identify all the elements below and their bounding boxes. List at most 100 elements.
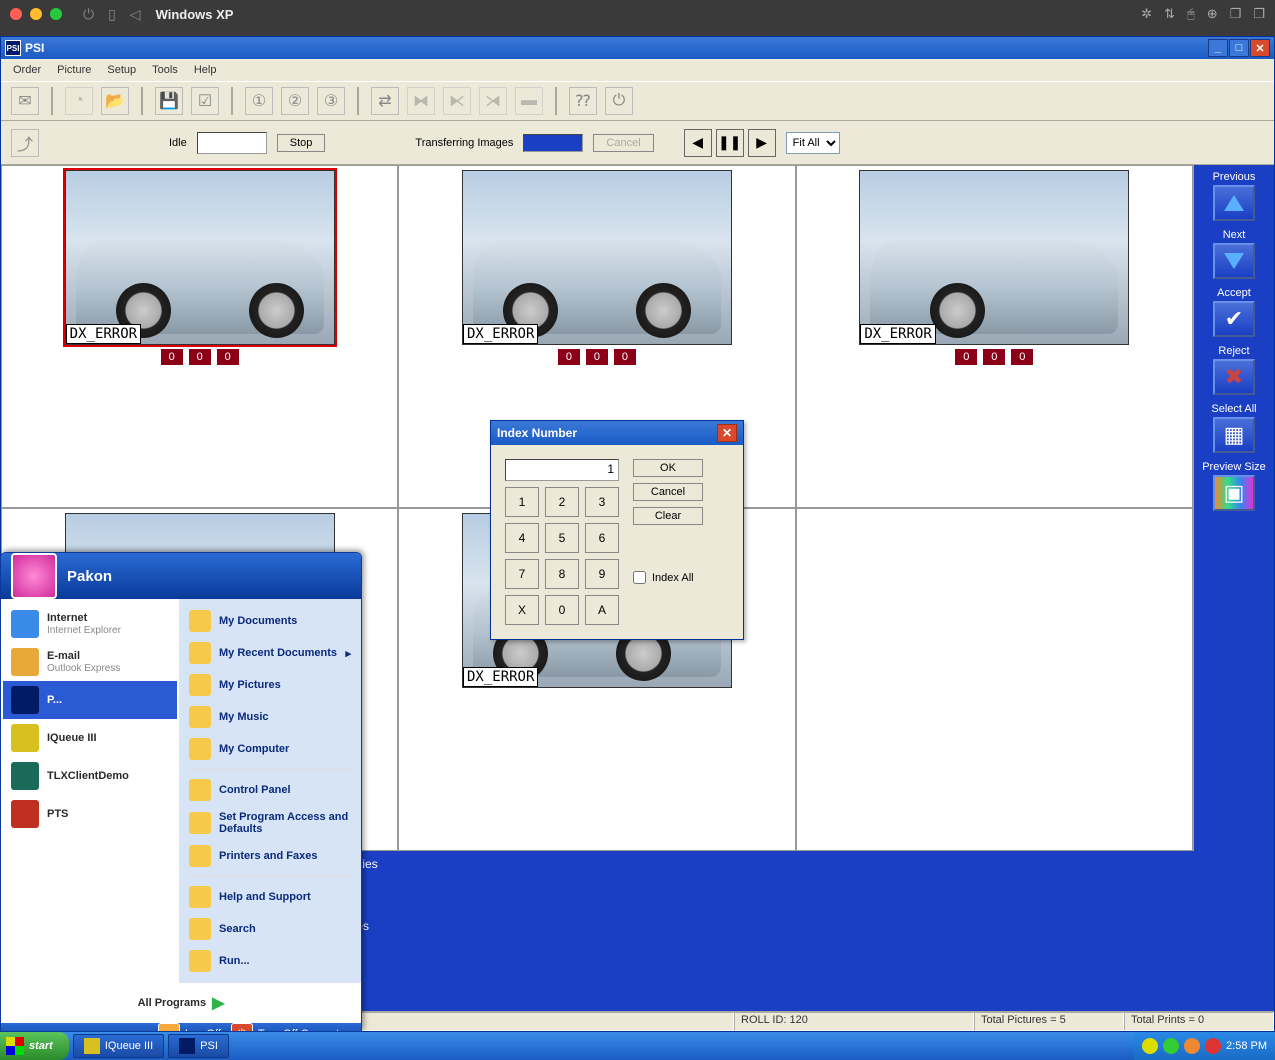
key-5[interactable]: 5 (545, 523, 579, 553)
zoom-select[interactable]: Fit All (786, 132, 840, 154)
thumb-cell[interactable]: DX_ERROR 0 0 0 (1, 165, 398, 508)
back-icon[interactable]: ◁ (130, 6, 141, 23)
crop2-icon[interactable]: ⧔ (443, 87, 471, 115)
scan-icon[interactable]: ◔ (65, 87, 93, 115)
key-0[interactable]: 0 (545, 595, 579, 625)
tray-icon[interactable] (1142, 1038, 1158, 1054)
host-tray-icon[interactable]: ✲ (1141, 6, 1152, 22)
menu-help[interactable]: Help (186, 62, 225, 78)
preview-button[interactable]: ▣ (1213, 475, 1255, 511)
pause-button[interactable]: ❚❚ (716, 129, 744, 157)
key-4[interactable]: 4 (505, 523, 539, 553)
start-item-printers-and-faxes[interactable]: Printers and Faxes (181, 840, 359, 872)
dialog-titlebar[interactable]: Index Number ✕ (491, 421, 743, 445)
crop1-icon[interactable]: ⧓ (407, 87, 435, 115)
thumb-cell[interactable]: DX_ERROR 0 0 0 (796, 165, 1193, 508)
host-tray-icon[interactable]: ⇅ (1164, 6, 1175, 22)
start-item-tlxclientdemo[interactable]: TLXClientDemo (3, 757, 177, 795)
host-max[interactable] (50, 8, 62, 20)
host-close[interactable] (10, 8, 22, 20)
dialog-close-button[interactable]: ✕ (717, 424, 737, 442)
host-tray-icon[interactable]: 🖰 (1187, 6, 1195, 22)
save-icon[interactable]: 💾 (155, 87, 183, 115)
key-x[interactable]: X (505, 595, 539, 625)
next-button[interactable] (1213, 243, 1255, 279)
power-icon[interactable]: ⏻ (83, 6, 94, 23)
start-item-p-[interactable]: P... (3, 681, 177, 719)
start-item-my-recent-documents[interactable]: My Recent Documents▸ (181, 637, 359, 669)
key-9[interactable]: 9 (585, 559, 619, 589)
reject-button[interactable]: ✖ (1213, 359, 1255, 395)
eject-icon[interactable]: ▯ (108, 6, 116, 23)
key-3[interactable]: 3 (585, 487, 619, 517)
window-titlebar[interactable]: PSI PSI _ □ ✕ (1, 37, 1274, 59)
start-item-control-panel[interactable]: Control Panel (181, 774, 359, 806)
turnoff-button[interactable]: ⏻Turn Off Computer (231, 1023, 349, 1032)
crop3-icon[interactable]: ⧕ (479, 87, 507, 115)
logoff-button[interactable]: ↩Log Off (158, 1023, 221, 1032)
thumbnail-image[interactable]: DX_ERROR (859, 170, 1129, 345)
index-number-dialog[interactable]: Index Number ✕ 1 1 2 3 4 5 6 7 8 9 X 0 A… (490, 420, 744, 640)
power-icon[interactable]: ⏻ (605, 87, 633, 115)
start-menu[interactable]: Pakon InternetInternet ExplorerE-mailOut… (0, 552, 362, 1032)
start-item-my-music[interactable]: My Music (181, 701, 359, 733)
tray-icon[interactable] (1184, 1038, 1200, 1054)
start-item-help-and-support[interactable]: Help and Support (181, 881, 359, 913)
stop-button[interactable]: Stop (277, 134, 326, 152)
taskbar-item-iqueue[interactable]: IQueue III (73, 1034, 164, 1058)
start-item-pts[interactable]: PTS (3, 795, 177, 833)
accept-button[interactable]: ✔ (1213, 301, 1255, 337)
start-item-my-pictures[interactable]: My Pictures (181, 669, 359, 701)
key-8[interactable]: 8 (545, 559, 579, 589)
cancel-button[interactable]: Cancel (633, 483, 703, 501)
prev-button[interactable]: ◀ (684, 129, 712, 157)
key-a[interactable]: A (585, 595, 619, 625)
taskbar-item-psi[interactable]: PSI (168, 1034, 229, 1058)
open-icon[interactable]: 📂 (101, 87, 129, 115)
play2-icon[interactable]: ② (281, 87, 309, 115)
start-item-run-[interactable]: Run... (181, 945, 359, 977)
selectall-button[interactable]: ▦ (1213, 417, 1255, 453)
menu-order[interactable]: Order (5, 62, 49, 78)
system-tray[interactable]: 2:58 PM (1134, 1032, 1275, 1060)
play1-icon[interactable]: ① (245, 87, 273, 115)
thumbnail-image[interactable]: DX_ERROR (462, 170, 732, 345)
start-item-search[interactable]: Search (181, 913, 359, 945)
previous-button[interactable] (1213, 185, 1255, 221)
check-icon[interactable]: ☑ (191, 87, 219, 115)
swap-icon[interactable]: ⇄ (371, 87, 399, 115)
start-item-internet[interactable]: InternetInternet Explorer (3, 605, 177, 643)
key-2[interactable]: 2 (545, 487, 579, 517)
key-1[interactable]: 1 (505, 487, 539, 517)
cancel-button[interactable]: Cancel (593, 134, 653, 152)
menu-setup[interactable]: Setup (99, 62, 144, 78)
thumbnail-image[interactable]: DX_ERROR (65, 170, 335, 345)
index-input[interactable]: 1 (505, 459, 619, 481)
rect-icon[interactable]: ▬ (515, 87, 543, 115)
tray-icon[interactable] (1163, 1038, 1179, 1054)
next-button[interactable]: ▶ (748, 129, 776, 157)
start-item-iqueue-iii[interactable]: IQueue III (3, 719, 177, 757)
start-button[interactable]: start (0, 1032, 69, 1060)
clear-button[interactable]: Clear (633, 507, 703, 525)
mail-icon[interactable]: ✉ (11, 87, 39, 115)
clock[interactable]: 2:58 PM (1226, 1040, 1267, 1052)
key-7[interactable]: 7 (505, 559, 539, 589)
close-button[interactable]: ✕ (1250, 39, 1270, 57)
start-item-set-program-access-and-defaults[interactable]: Set Program Access and Defaults (181, 806, 359, 840)
key-6[interactable]: 6 (585, 523, 619, 553)
start-item-e-mail[interactable]: E-mailOutlook Express (3, 643, 177, 681)
ok-button[interactable]: OK (633, 459, 703, 477)
play3-icon[interactable]: ③ (317, 87, 345, 115)
host-min[interactable] (30, 8, 42, 20)
start-item-my-documents[interactable]: My Documents (181, 605, 359, 637)
tray-icon[interactable] (1205, 1038, 1221, 1054)
maximize-button[interactable]: □ (1229, 39, 1249, 57)
index-all-input[interactable] (633, 571, 646, 584)
menu-picture[interactable]: Picture (49, 62, 99, 78)
menu-tools[interactable]: Tools (144, 62, 186, 78)
host-tray-icon[interactable]: ❐ (1253, 6, 1265, 22)
all-programs[interactable]: All Programs ▶ (1, 983, 361, 1023)
host-tray-icon[interactable]: ⊕ (1207, 6, 1218, 22)
index-all-checkbox[interactable]: Index All (633, 571, 703, 584)
